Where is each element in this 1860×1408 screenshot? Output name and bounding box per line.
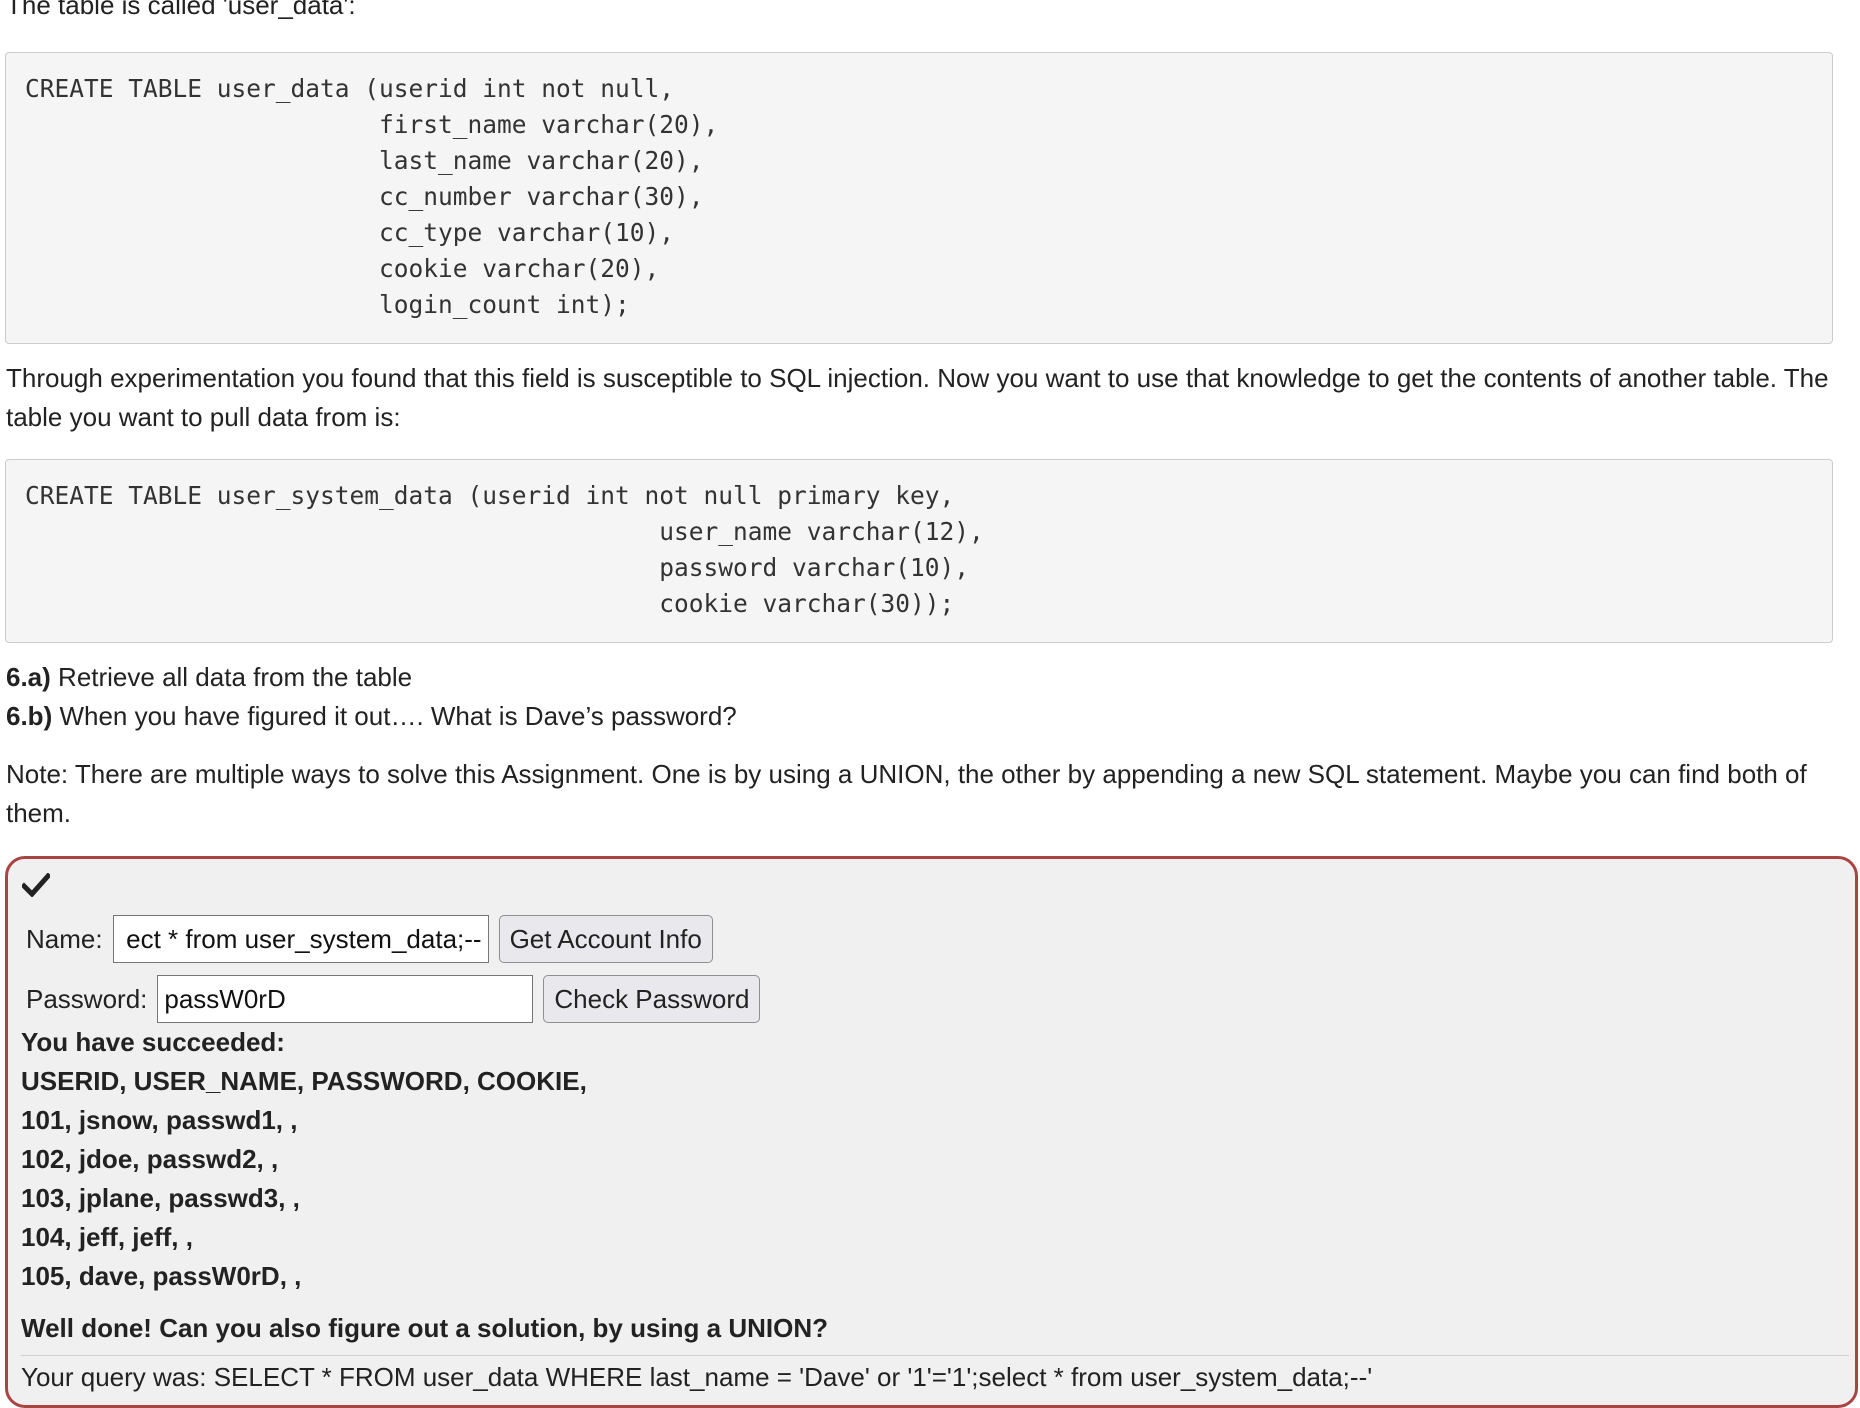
result-line: USERID, USER_NAME, PASSWORD, COOKIE, — [21, 1066, 587, 1096]
well-done-message: Well done! Can you also figure out a sol… — [21, 1313, 829, 1343]
name-input[interactable]: ect * from user_system_data;-- — [112, 915, 489, 963]
name-row: Name: ect * from user_system_data;-- Get… — [26, 915, 713, 963]
result-line: 105, dave, passW0rD, , — [21, 1261, 302, 1291]
task-step-text: When you have figured it out…. What is D… — [52, 701, 737, 731]
task-step: 6.b) When you have figured it out…. What… — [6, 697, 1858, 736]
result-line: 101, jsnow, passwd1, , — [21, 1105, 298, 1135]
code-block-user-data: CREATE TABLE user_data (userid int not n… — [5, 52, 1833, 344]
task-step-label: 6.b) — [6, 701, 53, 731]
check-password-button[interactable]: Check Password — [543, 975, 761, 1023]
result-line: 104, jeff, jeff, , — [21, 1222, 193, 1252]
task-step-label: 6.a) — [6, 662, 51, 692]
result-line: 103, jplane, passwd3, , — [21, 1183, 300, 1213]
password-input[interactable]: passW0rD — [157, 975, 534, 1023]
task-steps: 6.a) Retrieve all data from the table 6.… — [6, 658, 1858, 736]
results-output: You have succeeded: USERID, USER_NAME, P… — [21, 1023, 1841, 1296]
name-label: Name: — [26, 923, 103, 954]
password-label: Password: — [26, 983, 148, 1014]
attack-panel: Name: ect * from user_system_data;-- Get… — [5, 856, 1858, 1408]
intro-text: The table is called 'user_data': — [6, 0, 356, 20]
result-line: 102, jdoe, passwd2, , — [21, 1144, 279, 1174]
check-icon — [22, 873, 50, 897]
task-step: 6.a) Retrieve all data from the table — [6, 658, 1858, 697]
code-block-user-system-data: CREATE TABLE user_system_data (userid in… — [5, 459, 1833, 643]
note-text: Note: There are multiple ways to solve t… — [6, 759, 1807, 828]
query-output: Your query was: SELECT * FROM user_data … — [21, 1355, 1849, 1394]
task-step-text: Retrieve all data from the table — [50, 662, 413, 692]
experiment-text: Through experimentation you found that t… — [6, 363, 1829, 432]
results-heading: You have succeeded: — [21, 1027, 285, 1057]
get-account-info-button[interactable]: Get Account Info — [498, 915, 713, 963]
password-row: Password: passW0rD Check Password — [26, 975, 761, 1023]
